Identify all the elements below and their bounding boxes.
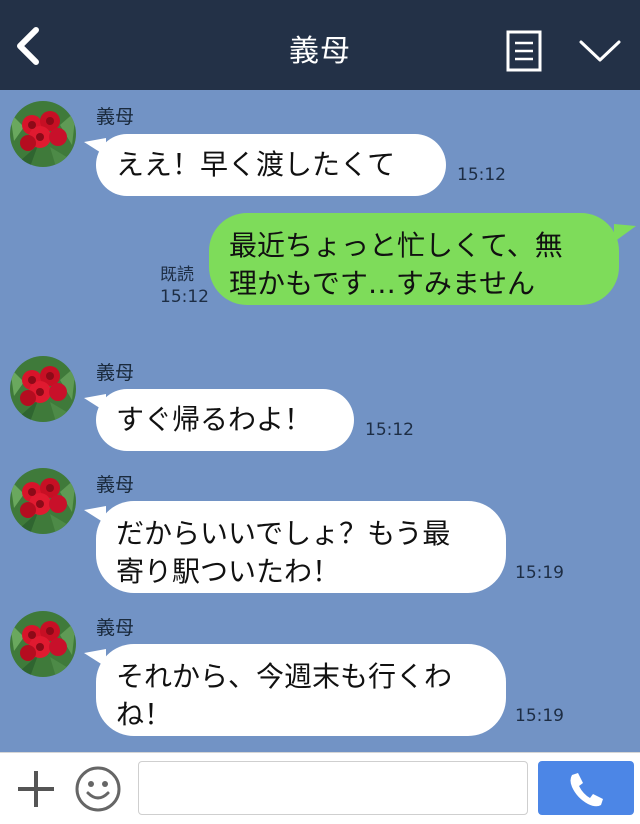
message-input[interactable] bbox=[138, 761, 528, 815]
my-message-bubble[interactable]: 最近ちょっと忙しくて、無 理かもです…すみません bbox=[209, 213, 619, 305]
read-receipt: 既読 15:12 bbox=[160, 264, 209, 308]
plus-icon bbox=[18, 771, 54, 807]
chevron-down-icon bbox=[579, 40, 621, 62]
add-button[interactable] bbox=[14, 767, 58, 811]
emoji-button[interactable] bbox=[74, 765, 122, 813]
call-button[interactable] bbox=[538, 761, 634, 815]
read-label: 既読 bbox=[160, 265, 194, 285]
chat-title: 義母 bbox=[289, 34, 351, 69]
smiley-icon bbox=[75, 766, 121, 812]
message-text-line: 最近ちょっと忙しくて、無 bbox=[229, 229, 563, 262]
message-time: 15:12 bbox=[160, 287, 209, 307]
message-bubble[interactable]: ええ！早く渡したくて bbox=[96, 134, 446, 196]
chat-header: 義母 bbox=[0, 0, 640, 90]
message-text-line: それから、今週末も行くわ bbox=[116, 660, 453, 693]
avatar[interactable] bbox=[10, 611, 76, 677]
message-input-bar bbox=[0, 752, 640, 824]
message-text-line: ね！ bbox=[116, 698, 173, 731]
phone-icon bbox=[570, 773, 603, 807]
avatar[interactable] bbox=[10, 356, 76, 422]
bubble-tail bbox=[614, 224, 636, 242]
rose-bouquet-image bbox=[10, 611, 76, 677]
message-text-line: 理かもです…すみません bbox=[229, 267, 536, 300]
message-time: 15:12 bbox=[365, 420, 414, 440]
message-time: 15:19 bbox=[515, 706, 564, 726]
message-list[interactable]: 義母 ええ！早く渡したくて 15:12 既読 15:12 最近ちょっと忙しくて、… bbox=[0, 90, 640, 752]
message-bubble[interactable]: すぐ帰るわよ！ bbox=[96, 389, 354, 451]
message-time: 15:19 bbox=[515, 563, 564, 583]
notes-button[interactable] bbox=[506, 30, 542, 72]
message-time: 15:12 bbox=[457, 165, 506, 185]
sender-name: 義母 bbox=[96, 106, 135, 128]
rose-bouquet-image bbox=[10, 468, 76, 534]
avatar[interactable] bbox=[10, 468, 76, 534]
sender-name: 義母 bbox=[96, 617, 135, 639]
rose-bouquet-image bbox=[10, 356, 76, 422]
message-text: ええ！早く渡したくて bbox=[116, 148, 396, 181]
sender-name: 義母 bbox=[96, 474, 135, 496]
message-text: すぐ帰るわよ！ bbox=[116, 403, 313, 436]
menu-toggle-button[interactable] bbox=[578, 36, 622, 66]
sender-name: 義母 bbox=[96, 362, 135, 384]
message-text-line: だからいいでしょ？もう最 bbox=[116, 517, 451, 550]
message-text-line: 寄り駅ついたわ！ bbox=[116, 555, 341, 588]
message-bubble[interactable]: だからいいでしょ？もう最 寄り駅ついたわ！ bbox=[96, 501, 506, 593]
avatar[interactable] bbox=[10, 101, 76, 167]
message-bubble[interactable]: それから、今週末も行くわ ね！ bbox=[96, 644, 506, 736]
rose-bouquet-image bbox=[10, 101, 76, 167]
document-icon bbox=[506, 30, 542, 72]
